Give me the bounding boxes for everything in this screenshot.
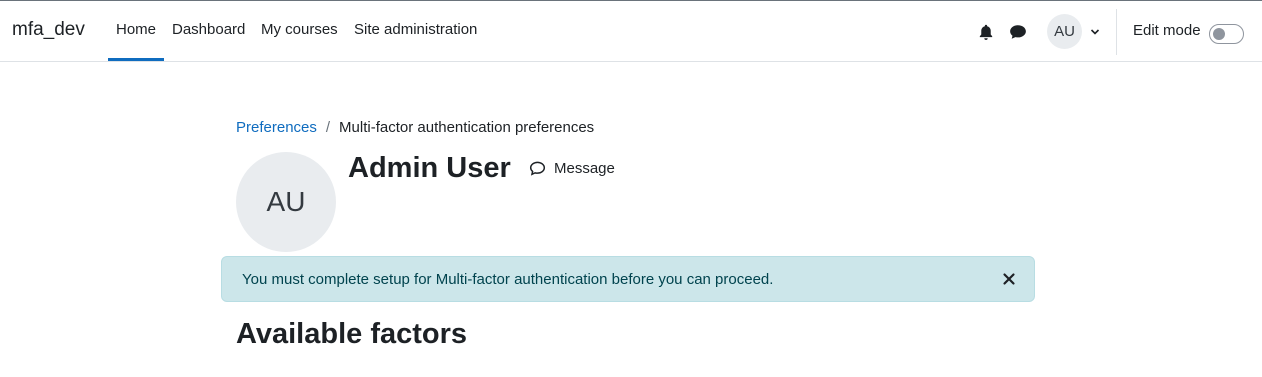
close-icon[interactable]: [1001, 271, 1017, 287]
profile-name: Admin User: [348, 152, 511, 184]
breadcrumb-preferences[interactable]: Preferences: [236, 119, 317, 136]
user-avatar[interactable]: AU: [1047, 14, 1082, 49]
toggle-knob: [1213, 28, 1225, 40]
chat-icon[interactable]: [1009, 23, 1027, 41]
breadcrumb-separator: /: [325, 119, 331, 136]
message-icon: [529, 161, 546, 176]
nav-my-courses[interactable]: My courses: [261, 21, 338, 38]
breadcrumb-current: Multi-factor authentication preferences: [339, 119, 595, 136]
nav-dashboard[interactable]: Dashboard: [172, 21, 245, 38]
breadcrumb: Preferences / Multi-factor authenticatio…: [236, 119, 594, 136]
site-brand[interactable]: mfa_dev: [12, 19, 85, 41]
alert-text: You must complete setup for Multi-factor…: [242, 271, 774, 288]
edit-mode-toggle[interactable]: [1209, 24, 1244, 44]
message-button[interactable]: Message: [529, 160, 615, 177]
navbar-divider: [1116, 9, 1117, 55]
mfa-setup-alert: You must complete setup for Multi-factor…: [221, 256, 1035, 302]
nav-site-administration[interactable]: Site administration: [354, 21, 477, 38]
nav-home[interactable]: Home: [116, 21, 156, 38]
chevron-down-icon[interactable]: [1089, 27, 1101, 37]
edit-mode-label: Edit mode: [1133, 22, 1201, 39]
top-navbar: mfa_dev Home Dashboard My courses Site a…: [0, 0, 1262, 62]
profile-avatar: AU: [236, 152, 336, 252]
nav-active-indicator: [108, 58, 164, 61]
bell-icon[interactable]: [977, 23, 995, 41]
message-label: Message: [554, 160, 615, 177]
available-factors-heading: Available factors: [236, 318, 468, 350]
